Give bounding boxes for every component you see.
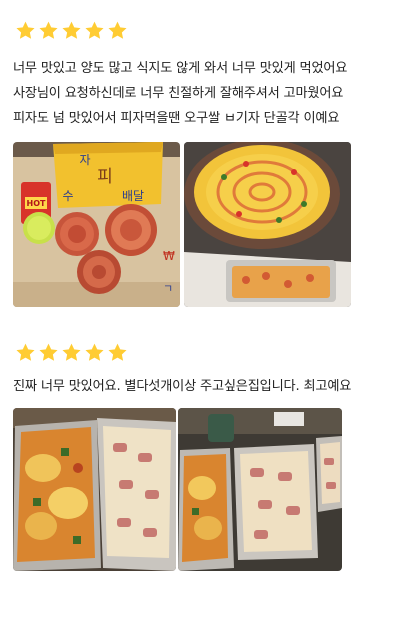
star-icon <box>61 20 82 41</box>
review-text: 진짜 너무 맛있어요. 별다섯개이상 주고싶은집입니다. 최고예요 <box>13 374 393 399</box>
star-icon <box>38 342 59 363</box>
star-icon <box>84 342 105 363</box>
review-line: 진짜 너무 맛있어요. 별다섯개이상 주고싶은집입니다. 최고예요 <box>13 379 352 394</box>
star-icon <box>84 20 105 41</box>
star-icon <box>38 20 59 41</box>
star-icon <box>15 342 36 363</box>
review-line: 피자도 넘 맛있어서 피자먹을땐 오구쌀 ㅂ기자 단골각 이예요 <box>13 111 340 126</box>
pizza-box-photo: 피 자 배달 수 HOT ₩ ㄱ <box>13 142 180 307</box>
review-line: 너무 맛있고 양도 많고 식지도 않게 와서 너무 맛있게 먹었어요 <box>13 61 348 76</box>
review-photo[interactable] <box>178 408 342 571</box>
review-photo[interactable]: 피 자 배달 수 HOT ₩ ㄱ <box>13 142 180 307</box>
review-photo[interactable] <box>184 142 351 307</box>
box-text: 피 <box>97 167 113 187</box>
box-text: 수 <box>62 189 73 203</box>
review-line: 사장님이 요청하신데로 너무 친절하게 잘해주셔서 고마웠어요 <box>13 86 344 101</box>
box-text: 배달 <box>122 189 144 203</box>
star-icon <box>107 342 128 363</box>
pizza-photo <box>184 142 351 307</box>
star-icon <box>61 342 82 363</box>
star-icon <box>107 20 128 41</box>
svg-text:ㄱ: ㄱ <box>163 282 173 295</box>
baked-dish-photo <box>13 408 176 571</box>
badge-text: HOT <box>27 199 46 208</box>
star-icon <box>15 20 36 41</box>
review-photo[interactable] <box>13 408 176 571</box>
star-rating <box>15 342 128 363</box>
box-text: 자 <box>79 153 90 167</box>
review-text: 너무 맛있고 양도 많고 식지도 않게 와서 너무 맛있게 먹었어요 사장님이 … <box>13 56 393 131</box>
svg-text:₩: ₩ <box>163 249 175 263</box>
baked-dish-photo <box>178 408 342 571</box>
star-rating <box>15 20 128 41</box>
